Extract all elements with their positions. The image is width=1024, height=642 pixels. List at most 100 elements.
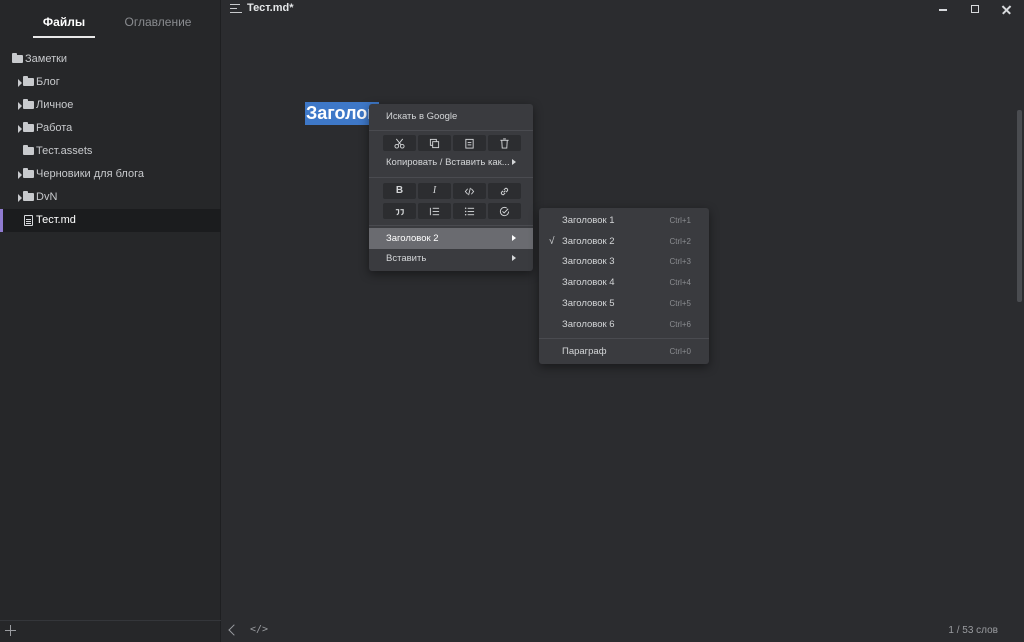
chevron-right-icon[interactable] [18,125,22,133]
menu-item-copy-paste-as[interactable]: Копировать / Вставить как... [369,152,533,173]
menu-item-search-google[interactable]: Искать в Google [369,106,533,127]
title-bar: Тест.md* [222,0,1024,18]
editor-scrollbar[interactable] [1017,110,1022,302]
delete-button[interactable] [488,135,521,151]
clipboard-icon [465,138,474,149]
checkmark-icon: √ [549,236,555,247]
trash-icon [500,137,509,149]
submenu-item-paragraph[interactable]: Параграф Ctrl+0 [539,341,709,362]
context-menu: Искать в Google Копировать / Вставить ка… [369,104,533,271]
tree-item-label: Черновики для блога [36,168,144,180]
source-code-icon[interactable]: </> [250,624,268,635]
bold-icon: B [395,185,404,196]
copy-button[interactable] [418,135,451,151]
menu-item-label: Заголовок 2 [386,233,439,244]
submenu-item-label: Заголовок 6 [562,319,615,330]
shortcut-label: Ctrl+1 [669,216,691,225]
menu-divider [369,177,533,178]
chevron-right-icon[interactable] [18,171,22,179]
cut-button[interactable] [383,135,416,151]
shortcut-label: Ctrl+0 [669,347,691,356]
tree-item-label: DvN [36,191,58,203]
submenu-item-heading-1[interactable]: Заголовок 1 Ctrl+1 [539,210,709,231]
bold-button[interactable]: B [383,183,416,199]
link-button[interactable] [488,183,521,199]
folder-icon [23,99,34,109]
ordered-list-icon [429,207,440,215]
chevron-right-icon[interactable] [18,194,22,202]
submenu-item-label: Заголовок 4 [562,277,615,288]
copy-icon [429,138,440,148]
task-list-button[interactable] [488,203,521,219]
submenu-item-label: Заголовок 2 [562,236,615,247]
tree-item-folder[interactable]: DvN [0,186,221,209]
link-icon [500,187,509,195]
folder-icon [23,76,34,86]
italic-icon: I [432,185,437,196]
shortcut-label: Ctrl+3 [669,257,691,266]
heading-submenu: Заголовок 1 Ctrl+1 √ Заголовок 2 Ctrl+2 … [539,208,709,364]
italic-button[interactable]: I [418,183,451,199]
chevron-right-icon[interactable] [18,79,22,87]
tree-item-label: Заметки [25,53,68,65]
sidebar-tabs: Файлы Оглавление [0,0,221,44]
tree-item-label: Блог [36,76,60,88]
word-count[interactable]: 1 / 53 слов [948,625,998,636]
tree-item-root-folder[interactable]: Заметки [0,48,221,71]
submenu-item-heading-4[interactable]: Заголовок 4 Ctrl+4 [539,272,709,293]
folder-icon [12,53,23,63]
file-tree: Заметки Блог Личное Работа Тест.assets Ч… [0,48,221,232]
menu-item-label: Искать в Google [386,111,458,122]
folder-icon [23,145,34,155]
submenu-item-heading-6[interactable]: Заголовок 6 Ctrl+6 [539,314,709,335]
quote-icon [395,208,404,215]
chevron-right-icon[interactable] [18,102,22,110]
bullet-list-icon [464,207,475,215]
bullet-list-button[interactable] [453,203,486,219]
tree-item-folder[interactable]: Черновики для блога [0,163,221,186]
submenu-arrow-icon [512,235,516,241]
status-bar: </> 1 / 53 слов [222,620,1024,642]
submenu-arrow-icon [512,255,516,261]
tree-item-label: Тест.md [36,214,76,226]
document-title: Тест.md* [247,2,294,14]
submenu-item-label: Заголовок 3 [562,256,615,267]
folder-icon [23,191,34,201]
tree-item-label: Работа [36,122,73,134]
paste-button[interactable] [453,135,486,151]
menu-divider [369,225,533,226]
sidebar: Файлы Оглавление Заметки Блог Личное Раб… [0,0,221,642]
submenu-arrow-icon [512,159,516,165]
outline-toggle-icon[interactable] [230,4,242,13]
ordered-list-button[interactable] [418,203,451,219]
sidebar-footer [0,620,221,642]
tab-files[interactable]: Файлы [33,14,95,38]
inline-code-button[interactable] [453,183,486,199]
tree-item-folder[interactable]: Блог [0,71,221,94]
close-icon[interactable] [991,0,1021,18]
menu-item-insert[interactable]: Вставить [369,248,533,269]
shortcut-label: Ctrl+2 [669,237,691,246]
tree-item-file[interactable]: Тест.md [0,209,221,232]
shortcut-label: Ctrl+5 [669,299,691,308]
maximize-icon[interactable] [960,0,990,18]
menu-divider [539,338,709,339]
shortcut-label: Ctrl+4 [669,278,691,287]
chevron-left-icon[interactable] [228,624,240,636]
tab-outline[interactable]: Оглавление [113,14,203,38]
submenu-item-heading-3[interactable]: Заголовок 3 Ctrl+3 [539,251,709,272]
tree-item-folder[interactable]: Личное [0,94,221,117]
minimize-icon[interactable] [928,0,958,18]
menu-item-label: Копировать / Вставить как... [386,157,510,168]
scissors-icon [394,138,405,149]
plus-icon[interactable] [5,625,17,637]
submenu-item-heading-5[interactable]: Заголовок 5 Ctrl+5 [539,293,709,314]
menu-item-heading[interactable]: Заголовок 2 [369,228,533,249]
tree-item-folder[interactable]: Тест.assets [0,140,221,163]
check-circle-icon [499,206,510,216]
quote-button[interactable] [383,203,416,219]
submenu-item-label: Заголовок 1 [562,215,615,226]
submenu-item-heading-2[interactable]: √ Заголовок 2 Ctrl+2 [539,231,709,252]
tree-item-folder[interactable]: Работа [0,117,221,140]
submenu-item-label: Параграф [562,346,607,357]
